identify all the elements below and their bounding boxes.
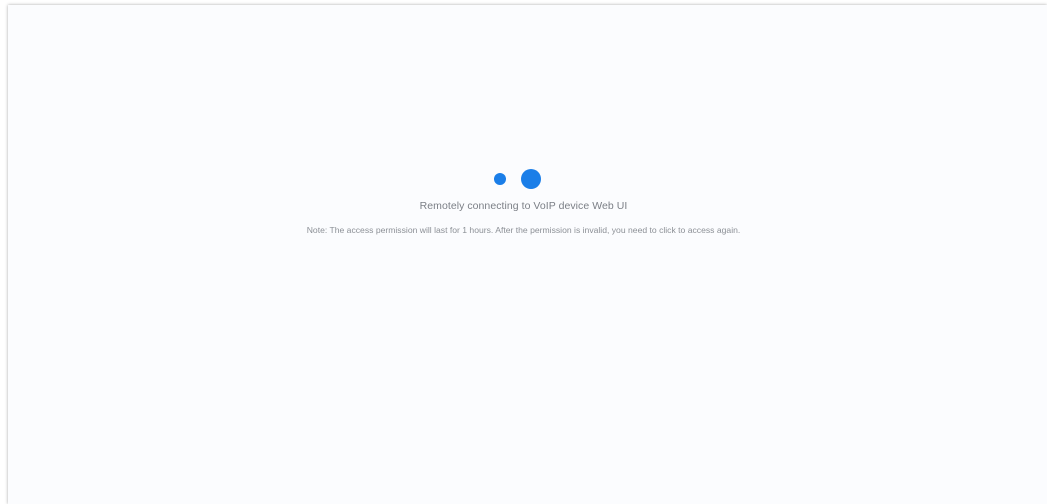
page-frame bbox=[8, 5, 1047, 504]
loading-dot-small-icon bbox=[494, 173, 506, 185]
loading-panel bbox=[8, 5, 1047, 504]
loading-dot-large-icon bbox=[521, 169, 541, 189]
access-permission-note: Note: The access permission will last fo… bbox=[306, 225, 741, 235]
connection-status-text: Remotely connecting to VoIP device Web U… bbox=[419, 200, 628, 212]
